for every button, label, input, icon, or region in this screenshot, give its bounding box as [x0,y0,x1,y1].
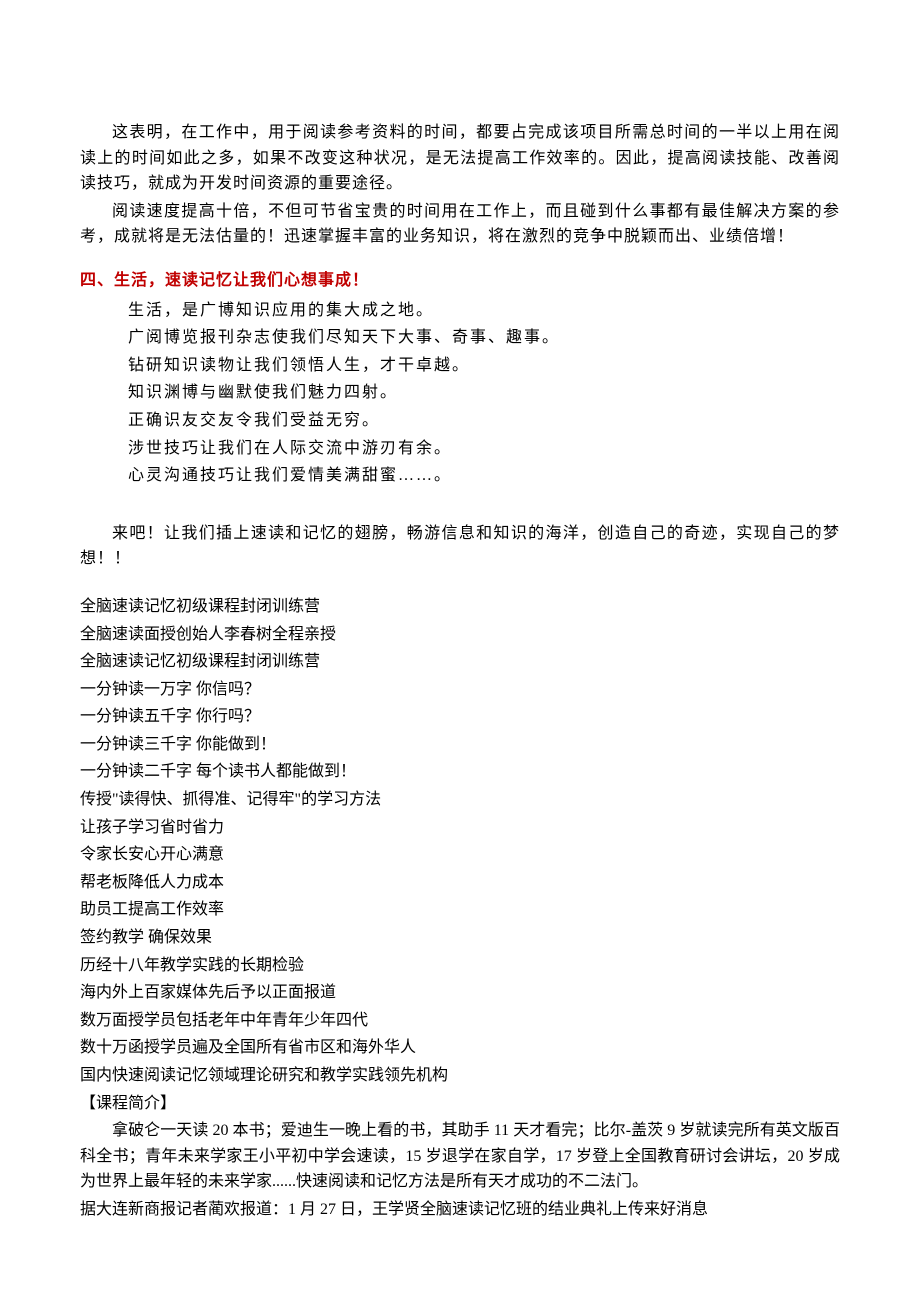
course-line: 国内快速阅读记忆领域理论研究和教学实践领先机构 [80,1063,840,1089]
course-line: 数万面授学员包括老年中年青年少年四代 [80,1008,840,1034]
spacer [80,511,840,521]
paragraph-closing-invitation: 来吧！让我们插上速读和记忆的翅膀，畅游信息和知识的海洋，创造自己的奇迹，实现自己… [80,521,840,572]
course-line: 助员工提高工作效率 [80,897,840,923]
list-item: 涉世技巧让我们在人际交流中游刃有余。 [80,436,840,462]
list-item: 知识渊博与幽默使我们魅力四射。 [80,380,840,406]
course-line: 传授"读得快、抓得准、记得牢"的学习方法 [80,787,840,813]
spacer [80,491,840,511]
heading-section-four-life: 四、生活，速读记忆让我们心想事成！ [80,268,840,294]
list-item: 钻研知识读物让我们领悟人生，才干卓越。 [80,353,840,379]
spacer [80,574,840,594]
course-line: 帮老板降低人力成本 [80,870,840,896]
course-line: 签约教学 确保效果 [80,925,840,951]
course-line: 全脑速读记忆初级课程封闭训练营 [80,594,840,620]
course-line: 历经十八年教学实践的长期检验 [80,953,840,979]
paragraph-dalian-report: 据大连新商报记者蔺欢报道：1 月 27 日，王学贤全脑速读记忆班的结业典礼上传来… [80,1197,840,1223]
list-item: 生活，是广博知识应用的集大成之地。 [80,298,840,324]
course-line: 让孩子学习省时省力 [80,815,840,841]
course-line: 一分钟读五千字 你行吗？ [80,704,840,730]
list-item: 广阅博览报刊杂志使我们尽知天下大事、奇事、趣事。 [80,325,840,351]
course-line: 一分钟读三千字 你能做到！ [80,732,840,758]
list-item: 正确识友交友令我们受益无穷。 [80,408,840,434]
course-line: 一分钟读一万字 你信吗？ [80,677,840,703]
course-line: 海内外上百家媒体先后予以正面报道 [80,980,840,1006]
list-item: 心灵沟通技巧让我们爱情美满甜蜜……。 [80,463,840,489]
course-line: 一分钟读二千字 每个读书人都能做到！ [80,759,840,785]
course-line: 数十万函授学员遍及全国所有省市区和海外华人 [80,1035,840,1061]
paragraph-work-reading-time: 这表明，在工作中，用于阅读参考资料的时间，都要占完成该项目所需总时间的一半以上用… [80,120,840,197]
paragraph-napoleon-intro: 拿破仑一天读 20 本书；爱迪生一晚上看的书，其助手 11 天才看完；比尔-盖茨… [80,1118,840,1195]
course-line: 全脑速读面授创始人李春树全程亲授 [80,622,840,648]
heading-course-intro: 【课程简介】 [80,1091,840,1117]
course-line: 全脑速读记忆初级课程封闭训练营 [80,649,840,675]
course-line: 令家长安心开心满意 [80,842,840,868]
paragraph-reading-speed-benefit: 阅读速度提高十倍，不但可节省宝贵的时间用在工作上，而且碰到什么事都有最佳解决方案… [80,199,840,250]
